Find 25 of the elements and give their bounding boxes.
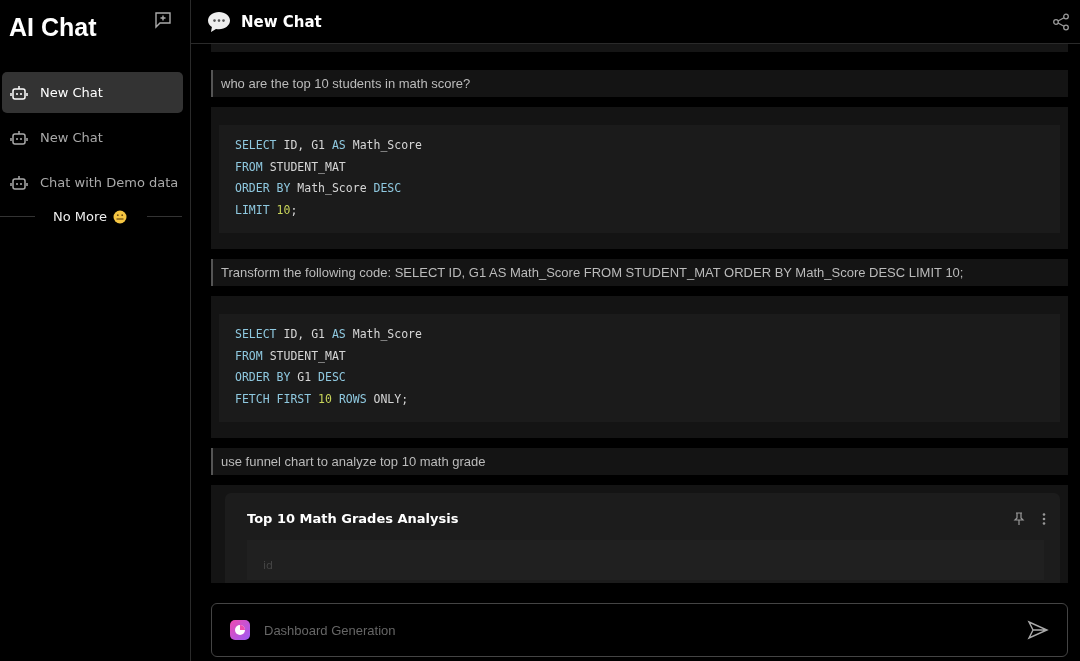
chat-title: New Chat: [241, 12, 322, 31]
send-icon[interactable]: [1027, 620, 1049, 640]
speech-bubble-icon: [207, 10, 231, 33]
end-of-list-label: No More: [53, 209, 108, 224]
zipper-face-icon: [113, 209, 128, 224]
share-icon[interactable]: [1052, 12, 1070, 31]
user-message: Transform the following code: SELECT ID, G1 AS Math_Score FROM STUDENT_MAT ORDER BY Math_Score DESC LIMIT 10;: [211, 259, 1068, 286]
chat-list-item[interactable]: Chat with Demo data: [2, 162, 183, 203]
user-message: use funnel chart to analyze top 10 math grade: [211, 448, 1068, 475]
new-chat-icon[interactable]: [154, 11, 172, 29]
chat-list-item[interactable]: New Chat: [2, 117, 183, 158]
robot-icon: [10, 174, 28, 191]
pin-icon[interactable]: [1012, 511, 1026, 526]
user-message: who are the top 10 students in math score?: [211, 70, 1068, 97]
more-icon[interactable]: [1042, 511, 1046, 526]
prompt-input[interactable]: Dashboard Generation: [262, 621, 1015, 639]
chart-title: Top 10 Math Grades Analysis: [247, 511, 460, 526]
prompt-field[interactable]: Dashboard Generation: [211, 603, 1068, 657]
app-title: AI Chat: [9, 12, 97, 42]
chat-list-item[interactable]: New Chat: [2, 72, 183, 113]
robot-icon: [10, 129, 28, 146]
chart-app-icon: [230, 620, 250, 640]
robot-icon: [10, 84, 28, 101]
code-block: SELECT ID, G1 AS Math_Score FROM STUDENT_MAT ORDER BY G1 DESC FETCH FIRST 10 ROWS ONLY;: [219, 314, 1060, 422]
code-block: SELECT ID, G1 AS Math_Score FROM STUDENT_MAT ORDER BY Math_Score DESC LIMIT 10;: [219, 125, 1060, 233]
